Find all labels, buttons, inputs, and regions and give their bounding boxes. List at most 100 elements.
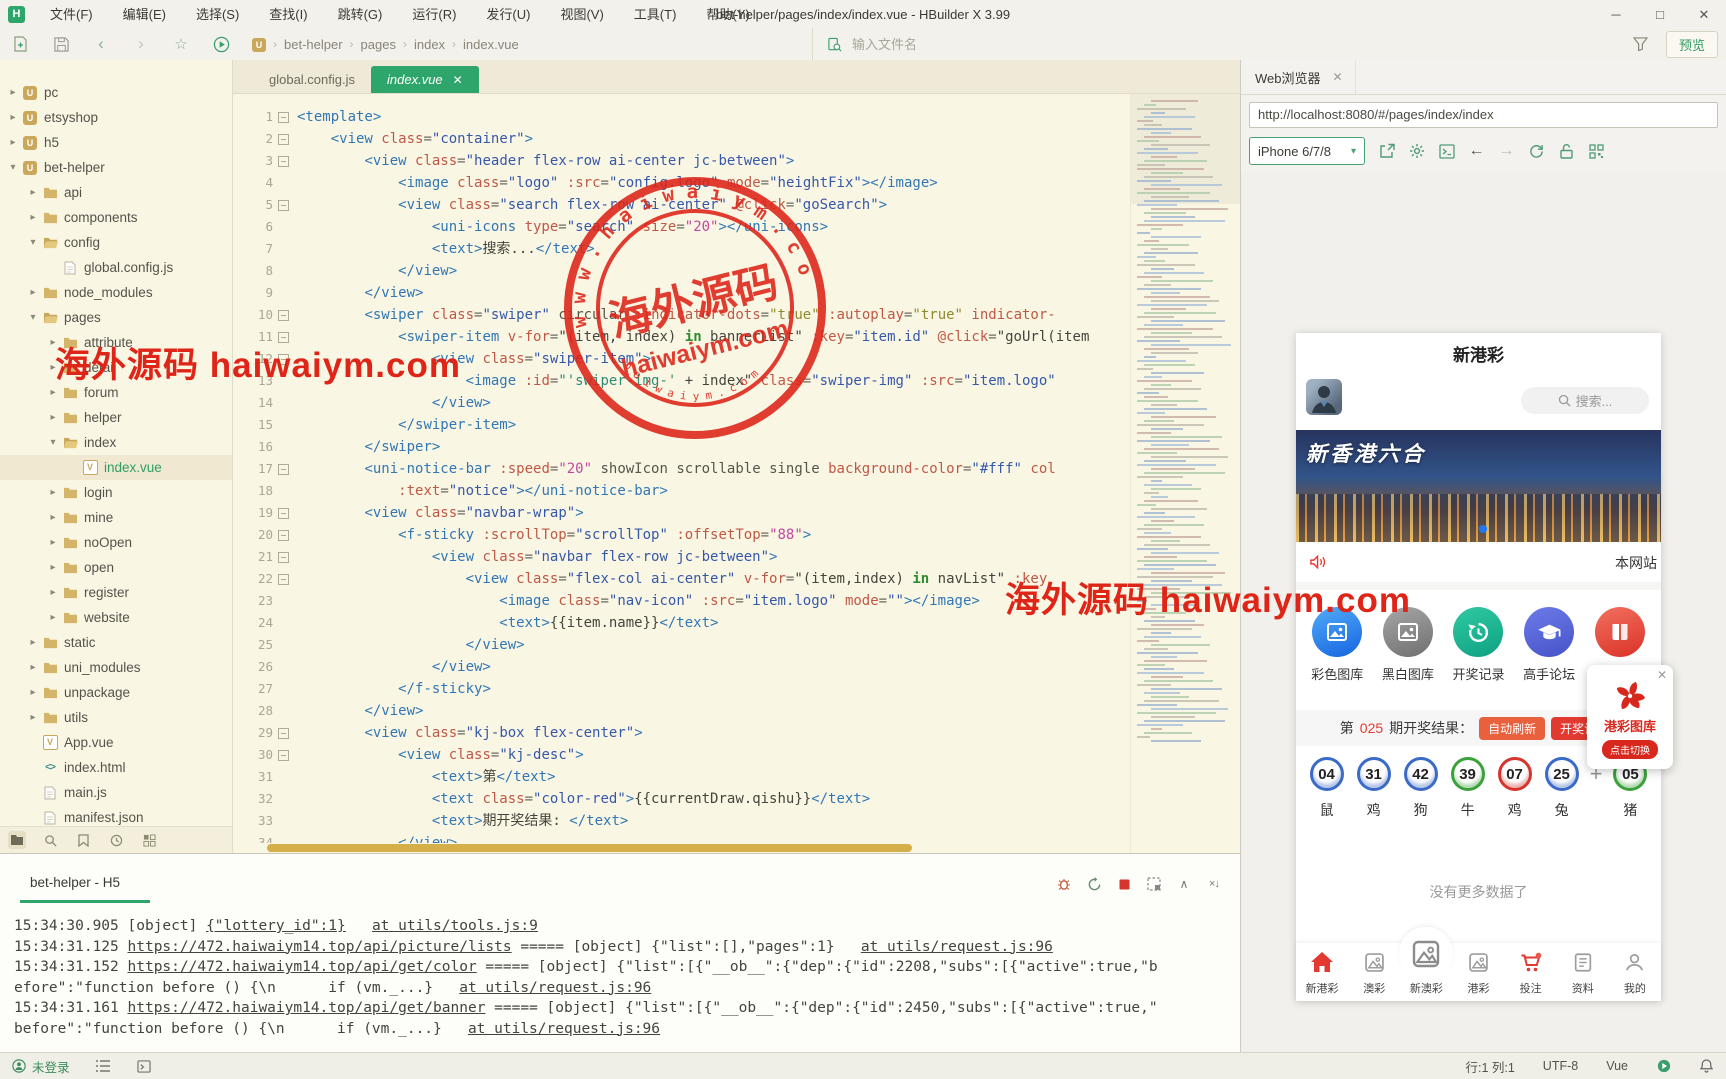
console-link[interactable]: at utils/tools.js:9	[372, 918, 538, 934]
chevron-right-icon[interactable]: ▸	[46, 562, 60, 573]
editor-tab-index.vue[interactable]: index.vue✕	[371, 66, 479, 93]
close-icon[interactable]: ✕	[453, 73, 463, 87]
chevron-right-icon[interactable]: ▸	[46, 537, 60, 548]
clear-icon[interactable]: ×↓	[1206, 876, 1222, 892]
fold-icon[interactable]	[273, 304, 293, 326]
chevron-right-icon[interactable]: ▸	[6, 87, 20, 98]
chevron-right-icon[interactable]: ▸	[46, 487, 60, 498]
notification-bell-icon[interactable]	[1699, 1059, 1714, 1074]
fold-icon[interactable]	[273, 744, 293, 766]
tree-item-index[interactable]: ▾index	[0, 430, 232, 455]
chevron-right-icon[interactable]: ▸	[46, 612, 60, 623]
breadcrumb-item[interactable]: bet-helper	[284, 37, 343, 52]
run-icon[interactable]	[212, 35, 230, 53]
phone-search-input[interactable]: 搜索...	[1521, 387, 1649, 414]
menu-item-发行[interactable]: 发行(U)	[471, 1, 545, 28]
qrcode-icon[interactable]	[1588, 143, 1605, 160]
fold-icon[interactable]	[273, 150, 293, 172]
tree-item-pc[interactable]: ▸Upc	[0, 80, 232, 105]
menu-item-编辑[interactable]: 编辑(E)	[108, 1, 181, 28]
tree-item-static[interactable]: ▸static	[0, 630, 232, 655]
console-link[interactable]: at utils/request.js:96	[468, 1021, 660, 1037]
console-link[interactable]: https://472.haiwaiym14.top/api/get/color	[128, 959, 477, 975]
menu-item-选择[interactable]: 选择(S)	[181, 1, 254, 28]
chevron-right-icon[interactable]: ▸	[46, 387, 60, 398]
encoding-indicator[interactable]: UTF-8	[1543, 1059, 1578, 1073]
phone-tab-澳彩[interactable]: 澳彩	[1348, 943, 1400, 1001]
menu-item-运行[interactable]: 运行(R)	[397, 1, 471, 28]
tree-item-components[interactable]: ▸components	[0, 205, 232, 230]
run-status-icon[interactable]	[1656, 1059, 1671, 1074]
url-input[interactable]	[1249, 102, 1718, 128]
chevron-down-icon[interactable]: ▾	[46, 437, 60, 448]
tree-item-node_modules[interactable]: ▸node_modules	[0, 280, 232, 305]
fold-icon[interactable]	[273, 722, 293, 744]
terminal-icon[interactable]	[1438, 143, 1455, 160]
tree-item-website[interactable]: ▸website	[0, 605, 232, 630]
fold-icon[interactable]	[273, 194, 293, 216]
stop-icon[interactable]	[1116, 876, 1132, 892]
tree-item-h5[interactable]: ▸Uh5	[0, 130, 232, 155]
chevron-right-icon[interactable]: ▸	[6, 137, 20, 148]
tree-item-index.vue[interactable]: Vindex.vue	[0, 455, 232, 480]
tree-item-index.html[interactable]: <>index.html	[0, 755, 232, 780]
file-search-input[interactable]	[850, 36, 1114, 53]
tree-item-api[interactable]: ▸api	[0, 180, 232, 205]
tree-item-main.js[interactable]: main.js	[0, 780, 232, 805]
outline-icon[interactable]	[96, 1059, 111, 1074]
fold-icon[interactable]	[273, 502, 293, 524]
search-icon[interactable]	[41, 831, 59, 849]
menu-item-工具[interactable]: 工具(T)	[619, 1, 692, 28]
breadcrumb-item[interactable]: index	[414, 37, 445, 52]
chevron-right-icon[interactable]: ▸	[46, 587, 60, 598]
filter-icon[interactable]	[1632, 35, 1650, 53]
extensions-icon[interactable]	[140, 831, 158, 849]
chevron-down-icon[interactable]: ▾	[26, 237, 40, 248]
tree-item-global.config.js[interactable]: global.config.js	[0, 255, 232, 280]
chevron-right-icon[interactable]: ▸	[46, 412, 60, 423]
chevron-right-icon[interactable]: ▸	[26, 212, 40, 223]
debug-icon[interactable]	[1056, 876, 1072, 892]
tree-item-uni_modules[interactable]: ▸uni_modules	[0, 655, 232, 680]
back-icon[interactable]: ‹	[92, 35, 110, 53]
chevron-right-icon[interactable]: ▸	[26, 287, 40, 298]
horizontal-scrollbar[interactable]	[267, 844, 912, 852]
collapse-icon[interactable]: ∧	[1176, 876, 1192, 892]
banner-image[interactable]: 新香港六合	[1296, 430, 1661, 542]
avatar[interactable]	[1306, 379, 1342, 415]
chevron-right-icon[interactable]: ▸	[26, 712, 40, 723]
star-icon[interactable]: ☆	[172, 35, 190, 53]
chevron-right-icon[interactable]: ▸	[26, 187, 40, 198]
menu-item-文件[interactable]: 文件(F)	[35, 1, 108, 28]
forward-icon[interactable]: →	[1498, 143, 1515, 160]
maximize-icon[interactable]: □	[1638, 1, 1682, 28]
fold-icon[interactable]	[273, 106, 293, 128]
console-link[interactable]: {"lottery_id":1}	[206, 918, 346, 934]
menu-item-查找[interactable]: 查找(I)	[254, 1, 322, 28]
new-file-icon[interactable]	[12, 35, 30, 53]
explorer-icon[interactable]	[8, 831, 26, 849]
tree-item-pages[interactable]: ▾pages	[0, 305, 232, 330]
chevron-right-icon[interactable]: ▸	[26, 687, 40, 698]
syntax-indicator[interactable]: Vue	[1606, 1059, 1628, 1073]
menu-item-视图[interactable]: 视图(V)	[545, 1, 618, 28]
preview-button[interactable]: 预览	[1666, 31, 1718, 58]
fold-icon[interactable]	[273, 568, 293, 590]
fold-icon[interactable]	[273, 546, 293, 568]
chevron-down-icon[interactable]: ▾	[26, 312, 40, 323]
breadcrumb-item[interactable]: pages	[361, 37, 396, 52]
tree-item-mine[interactable]: ▸mine	[0, 505, 232, 530]
bookmark-icon[interactable]	[74, 831, 92, 849]
tree-item-bet-helper[interactable]: ▾Ubet-helper	[0, 155, 232, 180]
tree-item-etsyshop[interactable]: ▸Uetsyshop	[0, 105, 232, 130]
settings-icon[interactable]	[1408, 143, 1425, 160]
chevron-right-icon[interactable]: ▸	[26, 637, 40, 648]
tree-item-open[interactable]: ▸open	[0, 555, 232, 580]
console-link[interactable]: at utils/request.js:96	[459, 980, 651, 996]
tree-item-helper[interactable]: ▸helper	[0, 405, 232, 430]
fold-icon[interactable]	[273, 128, 293, 150]
phone-tab-港彩[interactable]: 港彩	[1452, 943, 1504, 1001]
tree-item-unpackage[interactable]: ▸unpackage	[0, 680, 232, 705]
close-icon[interactable]: ✕	[1682, 1, 1726, 28]
console-link[interactable]: https://472.haiwaiym14.top/api/get/banne…	[128, 1000, 486, 1016]
